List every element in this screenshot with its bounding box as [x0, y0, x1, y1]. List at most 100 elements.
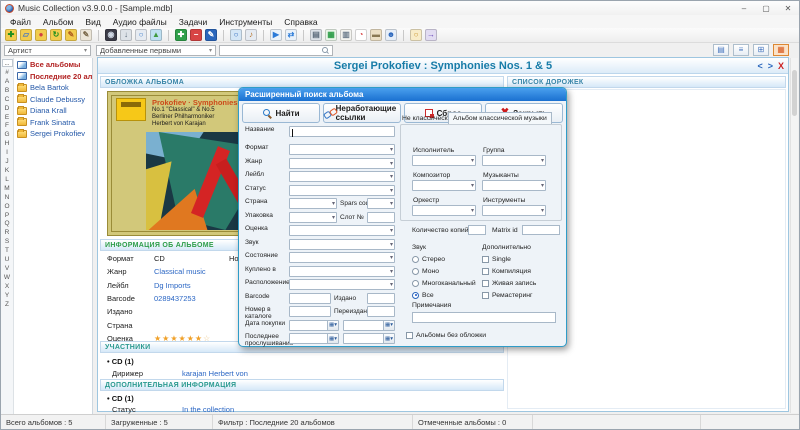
radio-icon[interactable]: [412, 255, 419, 263]
alpha-T[interactable]: T: [5, 247, 9, 256]
checkbox-icon[interactable]: [482, 291, 489, 299]
info-value[interactable]: 0289437253: [154, 294, 196, 307]
classical-field-4-select[interactable]: ▾: [412, 205, 476, 216]
alpha-G[interactable]: G: [4, 131, 9, 140]
sync-collection-icon[interactable]: ↻: [50, 29, 62, 41]
sound-option-3[interactable]: Все: [412, 291, 434, 299]
menu-item-2[interactable]: Вид: [79, 17, 106, 27]
thumbnails-view-icon[interactable]: ⊞: [753, 44, 769, 56]
tree-item-2[interactable]: Bela Bartok: [14, 82, 92, 94]
menu-item-0[interactable]: Файл: [4, 17, 37, 27]
alpha-N[interactable]: N: [5, 194, 10, 203]
alpha-#[interactable]: #: [5, 69, 9, 78]
field-1-select[interactable]: ▾: [289, 144, 395, 155]
field-6-select[interactable]: ▾: [289, 211, 337, 223]
field-9-select[interactable]: ▾: [289, 252, 395, 263]
calendar-picker-icon[interactable]: ▦▾: [383, 334, 394, 343]
group-by-select[interactable]: Артист ▾: [4, 45, 91, 56]
pictures-icon[interactable]: ▲: [150, 29, 162, 41]
field-5-select[interactable]: ▾: [289, 198, 337, 209]
alpha-K[interactable]: K: [5, 167, 9, 176]
alpha-F[interactable]: F: [5, 122, 9, 131]
field-4-select[interactable]: ▾: [289, 184, 395, 196]
sound-option-0[interactable]: Стерео: [412, 255, 445, 263]
field-13-input[interactable]: [289, 306, 331, 317]
field-0-input[interactable]: [289, 126, 395, 137]
alpha-R[interactable]: R: [5, 229, 10, 238]
field-14-date-to[interactable]: ▦▾: [343, 319, 395, 331]
add-album-icon[interactable]: ✚: [175, 29, 187, 41]
field-15-date-from[interactable]: ▦▾: [289, 333, 339, 344]
more-button[interactable]: ...: [1, 59, 13, 67]
field-15-date-to[interactable]: ▦▾: [343, 333, 395, 344]
export-icon[interactable]: ▥: [340, 29, 352, 41]
broken-links-button[interactable]: Неработающие ссылки: [323, 103, 401, 123]
radio-icon[interactable]: [412, 291, 419, 299]
classical-field-2-select[interactable]: ▾: [412, 180, 476, 191]
alpha-U[interactable]: U: [5, 256, 10, 265]
matrix-id-input[interactable]: [522, 225, 560, 235]
play-icon[interactable]: ▶: [270, 29, 282, 41]
sound-option-2[interactable]: Многоканальный: [412, 279, 476, 287]
extra-option-3[interactable]: Ремастеринг: [482, 291, 533, 299]
classical-field-5-select[interactable]: ▾: [482, 205, 546, 216]
sort-by-select[interactable]: Добавленные первыми ▾: [96, 45, 216, 56]
minimize-button[interactable]: –: [733, 4, 755, 13]
classical-field-3-select[interactable]: ▾: [482, 180, 546, 191]
extra-option-2[interactable]: Живая запись: [482, 279, 536, 287]
notes-input[interactable]: [412, 312, 556, 323]
field-5-extra-control[interactable]: ▾: [367, 198, 395, 209]
download-icon[interactable]: ↓: [120, 29, 132, 41]
tree-item-1[interactable]: Последние 20 альбо...: [14, 71, 92, 83]
checkbox-icon[interactable]: [482, 279, 489, 287]
print-icon[interactable]: ▤: [310, 29, 322, 41]
info-value[interactable]: Dg Imports: [154, 281, 191, 294]
tree-item-3[interactable]: Claude Debussy: [14, 94, 92, 106]
info-value[interactable]: Classical music: [154, 267, 206, 280]
edit-fields-icon[interactable]: ✎: [80, 29, 92, 41]
scrollbar-thumb[interactable]: [792, 70, 797, 116]
audio-search-icon[interactable]: ♪: [245, 29, 257, 41]
alpha-S[interactable]: S: [5, 238, 9, 247]
find-button[interactable]: Найти: [242, 103, 320, 123]
calendar-picker-icon[interactable]: ▦▾: [383, 320, 394, 330]
status-value[interactable]: In the collection: [182, 405, 234, 414]
alpha-A[interactable]: A: [5, 78, 9, 87]
edit-album-icon[interactable]: ✎: [205, 29, 217, 41]
alpha-Y[interactable]: Y: [5, 292, 9, 301]
exit-icon[interactable]: →: [425, 29, 437, 41]
tree-item-6[interactable]: Sergei Prokofiev: [14, 128, 92, 140]
report-icon[interactable]: ▦: [325, 29, 337, 41]
open-collection-icon[interactable]: ▱: [20, 29, 32, 41]
checkbox-icon[interactable]: [406, 331, 413, 339]
alpha-B[interactable]: B: [5, 87, 9, 96]
tree-item-0[interactable]: Все альбомы: [14, 59, 92, 71]
alpha-W[interactable]: W: [4, 274, 10, 283]
tiles-view-icon[interactable]: ▦: [773, 44, 789, 56]
alpha-E[interactable]: E: [5, 114, 9, 123]
field-3-select[interactable]: ▾: [289, 171, 395, 182]
sound-option-1[interactable]: Моно: [412, 267, 439, 275]
maximize-button[interactable]: ▢: [755, 4, 777, 13]
calendar-picker-icon[interactable]: ▦▾: [327, 334, 338, 343]
menu-item-6[interactable]: Справка: [278, 17, 323, 27]
help-icon[interactable]: ○: [410, 29, 422, 41]
field-8-select[interactable]: ▾: [289, 238, 395, 250]
close-button[interactable]: ✕: [777, 4, 799, 13]
field-2-select[interactable]: ▾: [289, 157, 395, 169]
new-collection-icon[interactable]: ✚: [5, 29, 17, 41]
alpha-M[interactable]: M: [4, 185, 9, 194]
copies-input[interactable]: [468, 225, 486, 235]
menu-item-1[interactable]: Альбом: [37, 17, 80, 27]
alpha-P[interactable]: P: [5, 212, 9, 221]
search-icon[interactable]: [322, 46, 329, 55]
classical-field-1-select[interactable]: ▾: [482, 155, 546, 166]
alpha-X[interactable]: X: [5, 283, 9, 292]
menu-item-3[interactable]: Аудио файлы: [107, 17, 173, 27]
alpha-Q[interactable]: Q: [4, 220, 9, 229]
menu-item-5[interactable]: Инструменты: [213, 17, 278, 27]
alpha-O[interactable]: O: [4, 203, 9, 212]
calendar-picker-icon[interactable]: ▦▾: [327, 320, 338, 330]
checkbox-icon[interactable]: [482, 267, 489, 275]
alpha-H[interactable]: H: [5, 140, 10, 149]
